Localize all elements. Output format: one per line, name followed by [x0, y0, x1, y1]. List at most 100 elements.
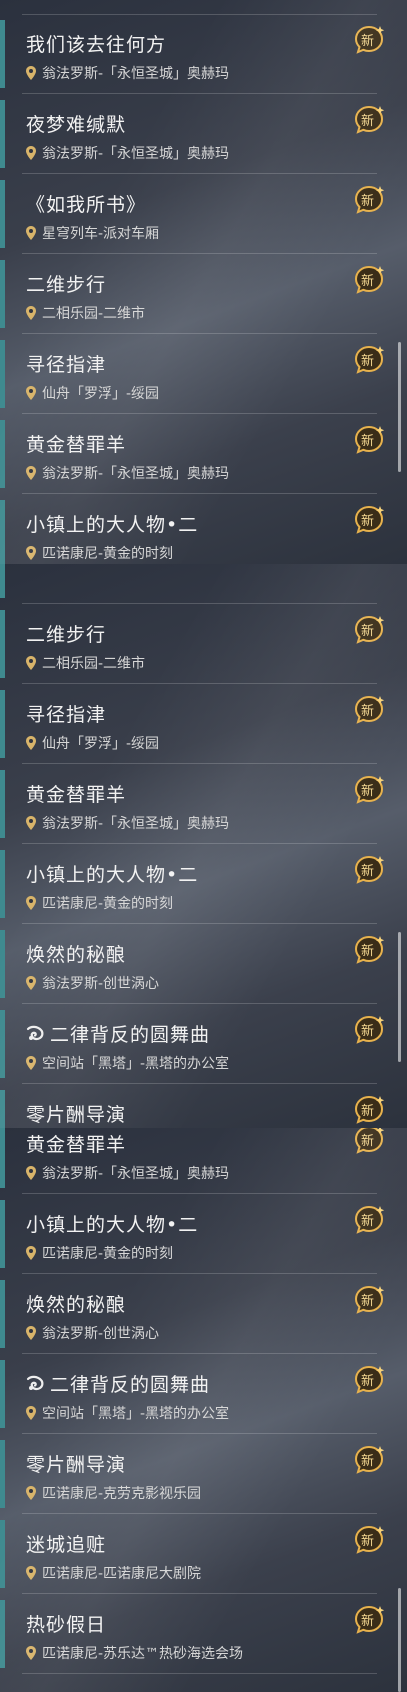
- quest-title-text: 迷城追赃: [26, 1534, 107, 1556]
- quest-title: 二维步行: [26, 270, 106, 297]
- row-accent-bar: [0, 500, 5, 564]
- location-pin-icon: [26, 1566, 36, 1580]
- quest-title: 《如我所书》: [26, 190, 146, 217]
- quest-title: 焕然的秘酿: [26, 940, 126, 967]
- new-badge-icon: 新: [353, 614, 385, 644]
- new-badge-label: 新: [361, 1214, 375, 1229]
- quest-location: 翁法罗斯-「永恒圣城」奥赫玛: [26, 1163, 229, 1183]
- quest-row[interactable]: 小镇上的大人物•二匹诺康尼-黄金的时刻 新: [0, 1194, 407, 1274]
- quest-location-text: 仙舟「罗浮」-绥园: [42, 386, 160, 402]
- quest-title-text: 焕然的秘酿: [26, 944, 127, 966]
- quest-title: 二维步行: [26, 620, 106, 647]
- quest-row[interactable]: 夜梦难缄默翁法罗斯-「永恒圣城」奥赫玛 新: [0, 94, 407, 174]
- row-accent-bar: [0, 564, 5, 598]
- quest-row[interactable]: 热砂假日匹诺康尼-苏乐达™热砂海选会场 新: [0, 1594, 407, 1674]
- quest-title: 小镇上的大人物•二: [26, 1210, 198, 1237]
- quest-row[interactable]: 黄金替罪羊 翁法罗斯-「永恒圣城」奥赫玛 新: [0, 414, 407, 494]
- quest-title-text: 《如我所书》: [26, 194, 147, 216]
- new-badge-icon: 新: [353, 24, 385, 54]
- new-badge-label: 新: [361, 1454, 375, 1469]
- scrollbar-thumb[interactable]: [398, 1588, 401, 1692]
- quest-location: 匹诺康尼-黄金的时刻: [26, 1243, 173, 1263]
- location-pin-icon: [26, 736, 36, 750]
- location-pin-icon: [26, 1486, 36, 1500]
- quest-row[interactable]: 焕然的秘酿 翁法罗斯-创世涡心 新: [0, 1274, 407, 1354]
- opera-quest-icon: [26, 1025, 44, 1043]
- quest-row[interactable]: 《如我所书》 星穹列车-派对车厢 新: [0, 174, 407, 254]
- row-accent-bar: [0, 770, 5, 838]
- location-pin-icon: [26, 226, 36, 240]
- quest-title: 零片酬导演: [26, 1100, 126, 1127]
- scrollbar-thumb[interactable]: [398, 342, 401, 472]
- quest-row[interactable]: 寻径指津 仙舟「罗浮」-绥园 新: [0, 334, 407, 414]
- row-accent-bar: [0, 1360, 5, 1428]
- location-pin-icon: [26, 1166, 36, 1180]
- quest-location-text: 匹诺康尼-匹诺康尼大剧院: [42, 1566, 202, 1582]
- location-pin-icon: [26, 896, 36, 910]
- new-badge-icon: 新: [353, 504, 385, 534]
- quest-list-panel: 星穹列车-派对车厢二维步行二相乐园-二维市新寻径指津仙舟「罗浮」-绥园新黄金替罪…: [0, 564, 407, 1128]
- quest-location-text: 空间站「黑塔」-黑塔的办公室: [42, 1406, 230, 1422]
- scrollbar-thumb[interactable]: [398, 932, 401, 1062]
- quest-title: 零片酬导演: [26, 1450, 126, 1477]
- quest-location-text: 翁法罗斯-创世涡心: [42, 1326, 160, 1342]
- quest-title-text: 黄金替罪羊: [26, 1134, 127, 1156]
- new-badge-label: 新: [361, 1134, 375, 1149]
- quest-row[interactable]: 星穹列车-派对车厢: [0, 564, 407, 604]
- new-badge-icon: 新: [353, 934, 385, 964]
- quest-row[interactable]: 零片酬导演 新: [0, 1084, 407, 1128]
- quest-location: 翁法罗斯-创世涡心: [26, 1323, 159, 1343]
- quest-location: 匹诺康尼-苏乐达™热砂海选会场: [26, 1643, 243, 1663]
- new-badge-icon: 新: [353, 264, 385, 294]
- quest-location: 仙舟「罗浮」-绥园: [26, 733, 159, 753]
- quest-title-text: 小镇上的大人物•二: [26, 864, 199, 886]
- quest-title-text: 二律背反的圆舞曲: [50, 1374, 211, 1396]
- quest-location: 翁法罗斯-「永恒圣城」奥赫玛: [26, 813, 229, 833]
- new-badge-icon: 新: [353, 854, 385, 884]
- quest-row[interactable]: 二维步行 二相乐园-二维市 新: [0, 254, 407, 334]
- quest-row[interactable]: 小镇上的大人物•二 匹诺康尼-黄金的时刻 新: [0, 844, 407, 924]
- quest-title-text: 黄金替罪羊: [26, 784, 127, 806]
- quest-title: 热砂假日: [26, 1610, 106, 1637]
- quest-row[interactable]: 迷城追赃匹诺康尼-匹诺康尼大剧院 新: [0, 1514, 407, 1594]
- quest-list-panel: 我们该去往何方 翁法罗斯-「永恒圣城」奥赫玛新夜梦难缄默翁法罗斯-「永恒圣城」奥赫…: [0, 0, 407, 564]
- quest-title: 小镇上的大人物•二: [26, 510, 198, 537]
- quest-row[interactable]: 二律背反的圆舞曲 空间站「黑塔」-黑塔的办公室 新: [0, 1004, 407, 1084]
- quest-location-text: 翁法罗斯-「永恒圣城」奥赫玛: [42, 816, 230, 832]
- location-pin-icon: [26, 386, 36, 400]
- new-badge-icon: 新: [353, 1524, 385, 1554]
- quest-location-text: 空间站「黑塔」-黑塔的办公室: [42, 1056, 230, 1072]
- new-badge-label: 新: [361, 1104, 375, 1119]
- row-accent-bar: [0, 100, 5, 168]
- new-badge-label: 新: [361, 114, 375, 129]
- quest-location: 匹诺康尼-匹诺康尼大剧院: [26, 1563, 201, 1583]
- quest-row[interactable]: 小镇上的大人物•二匹诺康尼-黄金的时刻 新: [0, 494, 407, 564]
- new-badge-icon: 新: [353, 694, 385, 724]
- row-accent-bar: [0, 1520, 5, 1588]
- new-badge-label: 新: [361, 1614, 375, 1629]
- location-pin-icon: [26, 976, 36, 990]
- quest-row[interactable]: 黄金替罪羊 翁法罗斯-「永恒圣城」奥赫玛 新: [0, 764, 407, 844]
- quest-row[interactable]: 我们该去往何方 翁法罗斯-「永恒圣城」奥赫玛 新: [0, 14, 407, 94]
- quest-row[interactable]: 二律背反的圆舞曲 空间站「黑塔」-黑塔的办公室 新: [0, 1354, 407, 1434]
- quest-title: 夜梦难缄默: [26, 110, 126, 137]
- quest-row[interactable]: 零片酬导演匹诺康尼-克劳克影视乐园 新: [0, 1434, 407, 1514]
- row-accent-bar: [0, 1200, 5, 1268]
- quest-location-text: 匹诺康尼-黄金的时刻: [42, 1246, 174, 1262]
- quest-row[interactable]: 焕然的秘酿 翁法罗斯-创世涡心 新: [0, 924, 407, 1004]
- new-badge-label: 新: [361, 434, 375, 449]
- quest-row[interactable]: 寻径指津 仙舟「罗浮」-绥园 新: [0, 684, 407, 764]
- quest-row[interactable]: 黄金替罪羊翁法罗斯-「永恒圣城」奥赫玛 新: [0, 1128, 407, 1194]
- quest-location: 星穹列车-派对车厢: [26, 223, 159, 243]
- new-badge-icon: 新: [353, 1128, 385, 1154]
- new-badge-icon: 新: [353, 184, 385, 214]
- quest-title: 迷城追赃: [26, 1530, 106, 1557]
- new-badge-label: 新: [361, 1024, 375, 1039]
- new-badge-label: 新: [361, 274, 375, 289]
- new-badge-label: 新: [361, 34, 375, 49]
- quest-title: 黄金替罪羊: [26, 1130, 126, 1157]
- quest-location-text: 翁法罗斯-「永恒圣城」奥赫玛: [42, 146, 230, 162]
- quest-location: 匹诺康尼-黄金的时刻: [26, 543, 173, 563]
- quest-row[interactable]: 二维步行 二相乐园-二维市 新: [0, 604, 407, 684]
- quest-location-text: 匹诺康尼-克劳克影视乐园: [42, 1486, 202, 1502]
